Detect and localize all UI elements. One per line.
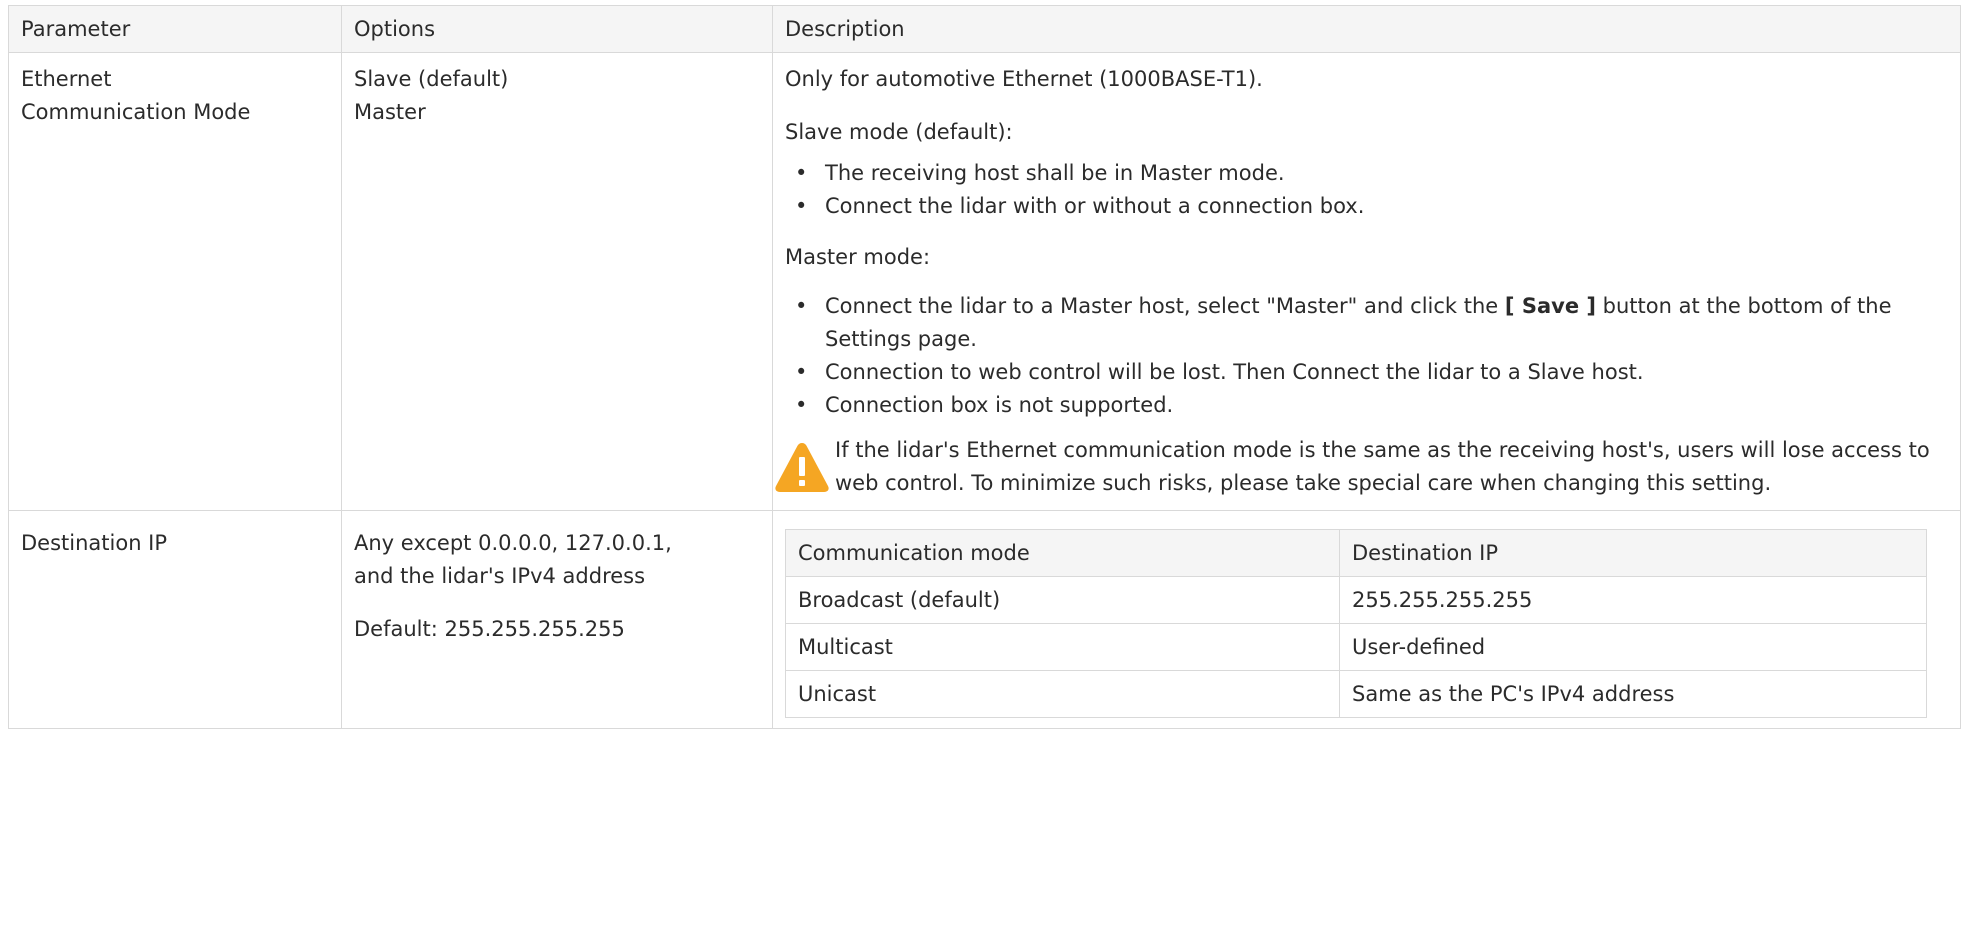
dest-options-default: Default: 255.255.255.255 <box>354 617 625 641</box>
inner-header-row: Communication mode Destination IP <box>785 529 1927 577</box>
inner-cell-ip: 255.255.255.255 <box>1339 576 1927 624</box>
inner-header-mode: Communication mode <box>785 529 1340 577</box>
description-destination-ip: Communication mode Destination IP Broadc… <box>772 510 1961 729</box>
bullet-dot: • <box>795 161 808 185</box>
master-bullet-text: Connection box is not supported. <box>825 393 1174 417</box>
description-ethernet-mode: Only for automotive Ethernet (1000BASE-T… <box>772 52 1961 511</box>
warning-note: If the lidar's Ethernet communication mo… <box>775 434 1948 500</box>
param-ethernet-line2: Communication Mode <box>21 100 251 124</box>
options-destination-ip: Any except 0.0.0.0, 127.0.0.1, and the l… <box>341 510 773 729</box>
bullet-dot: • <box>795 393 808 417</box>
warning-triangle-icon <box>769 440 835 494</box>
slave-bullet-list: • The receiving host shall be in Master m… <box>785 157 1948 223</box>
param-destination-ip: Destination IP <box>8 510 342 729</box>
table-row: Broadcast (default) 255.255.255.255 <box>785 576 1927 624</box>
param-ethernet-mode: Ethernet Communication Mode <box>8 52 342 511</box>
table-row: Unicast Same as the PC's IPv4 address <box>785 670 1927 718</box>
header-options: Options <box>341 5 773 53</box>
master-bullet-text: Connection to web control will be lost. … <box>825 360 1644 384</box>
list-item: • Connection box is not supported. <box>785 389 1948 422</box>
table-header-row: Parameter Options Description <box>8 5 1961 53</box>
master-bullet-text: Connect the lidar to a Master host, sele… <box>825 294 1499 318</box>
inner-cell-ip: Same as the PC's IPv4 address <box>1339 670 1927 718</box>
master-heading: Master mode: <box>785 245 931 269</box>
param-ethernet-line1: Ethernet <box>21 67 112 91</box>
list-item: • Connect the lidar to a Master host, sel… <box>785 290 1948 356</box>
bullet-dot: • <box>795 360 808 384</box>
ethernet-intro: Only for automotive Ethernet (1000BASE-T… <box>785 67 1263 91</box>
table-row-destination-ip: Destination IP Any except 0.0.0.0, 127.0… <box>8 510 1961 729</box>
destination-ip-table: Communication mode Destination IP Broadc… <box>785 529 1927 718</box>
bullet-dot: • <box>795 194 808 218</box>
list-item: • Connect the lidar with or without a con… <box>785 190 1948 223</box>
inner-cell-mode: Broadcast (default) <box>785 576 1340 624</box>
slave-bullet-text: Connect the lidar with or without a conn… <box>825 194 1365 218</box>
dest-options-line1: Any except 0.0.0.0, 127.0.0.1, <box>354 531 672 555</box>
slave-heading: Slave mode (default): <box>785 120 1013 144</box>
inner-cell-mode: Multicast <box>785 623 1340 671</box>
header-parameter: Parameter <box>8 5 342 53</box>
options-ethernet-mode: Slave (default) Master <box>341 52 773 511</box>
dest-options-line2: and the lidar's IPv4 address <box>354 564 646 588</box>
parameter-table-container: Parameter Options Description Ethernet C… <box>8 5 1961 729</box>
warning-text: If the lidar's Ethernet communication mo… <box>835 438 1930 495</box>
parameter-table: Parameter Options Description Ethernet C… <box>8 5 1961 729</box>
table-row: Multicast User-defined <box>785 623 1927 671</box>
bullet-dot: • <box>795 294 808 318</box>
list-item: • The receiving host shall be in Master m… <box>785 157 1948 190</box>
option-slave: Slave (default) <box>354 67 509 91</box>
warning-triangle-svg <box>775 443 829 492</box>
option-master: Master <box>354 100 426 124</box>
table-row-ethernet-mode: Ethernet Communication Mode Slave (defau… <box>8 52 1961 511</box>
slave-bullet-text: The receiving host shall be in Master mo… <box>825 161 1285 185</box>
master-bullet-list: • Connect the lidar to a Master host, sel… <box>785 290 1948 422</box>
inner-cell-ip: User-defined <box>1339 623 1927 671</box>
header-description: Description <box>772 5 1961 53</box>
inner-cell-mode: Unicast <box>785 670 1340 718</box>
list-item: • Connection to web control will be lost.… <box>785 356 1948 389</box>
inner-header-ip: Destination IP <box>1339 529 1927 577</box>
save-button-reference: [ Save ] <box>1504 294 1596 318</box>
